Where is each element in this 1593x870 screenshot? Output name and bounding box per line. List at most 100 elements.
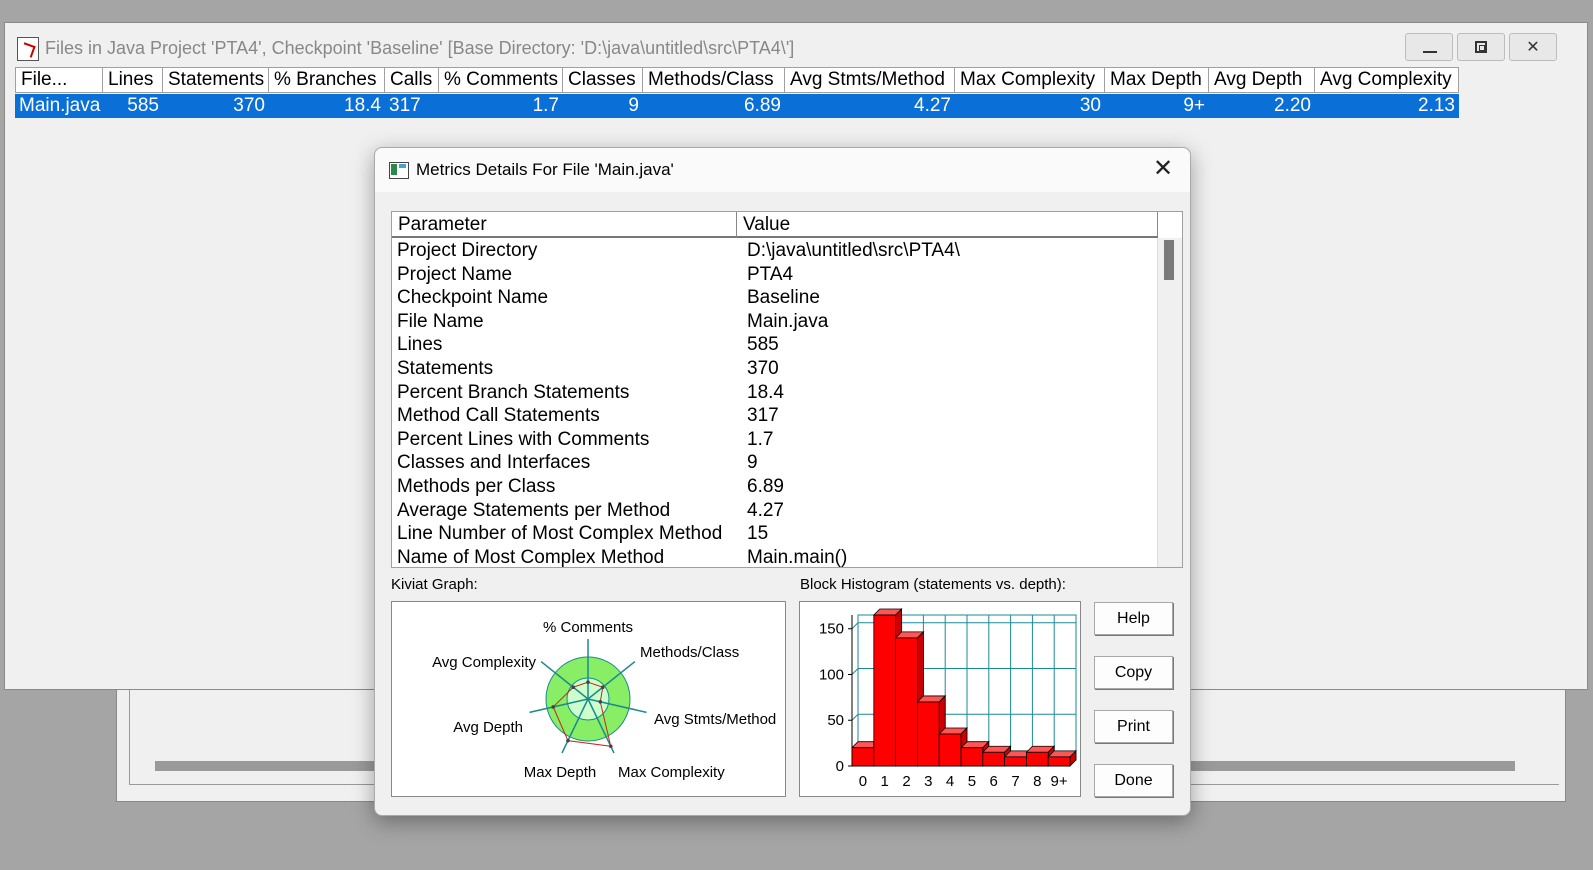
parameter-list: Parameter Value Project Directory D:\java… xyxy=(391,211,1183,568)
kiviat-axis-label: Avg Complexity xyxy=(432,654,536,671)
y-tick-label: 150 xyxy=(819,621,844,638)
kiviat-point xyxy=(566,738,570,743)
kiviat-axis-label: Avg Stmts/Method xyxy=(654,711,776,728)
list-item[interactable]: Lines 585 xyxy=(392,334,1158,358)
column-header-5[interactable]: % Comments xyxy=(439,67,563,93)
restore-icon xyxy=(1475,41,1487,53)
table-cell: 4.27 xyxy=(914,95,951,116)
table-cell: 9+ xyxy=(1183,95,1205,116)
x-tick-label: 6 xyxy=(990,773,998,790)
histogram-gridline xyxy=(851,713,859,721)
parameter-name: Average Statements per Method xyxy=(397,499,671,521)
list-item[interactable]: Project Name PTA4 xyxy=(392,264,1158,288)
parameter-value: 4.27 xyxy=(747,499,784,521)
dialog-close-button[interactable]: ✕ xyxy=(1150,156,1176,182)
histogram-bar xyxy=(873,614,897,767)
main-titlebar[interactable]: Files in Java Project 'PTA4', Checkpoint… xyxy=(5,23,1587,69)
help-button[interactable]: Help xyxy=(1094,602,1173,635)
parameter-value: Main.main() xyxy=(747,546,848,568)
histogram-label: Block Histogram (statements vs. depth): xyxy=(800,576,1066,593)
column-header-11[interactable]: Avg Depth xyxy=(1209,67,1315,93)
kiviat-point xyxy=(600,685,605,690)
parameter-value: 370 xyxy=(747,357,779,379)
kiviat-point xyxy=(608,744,613,749)
print-button[interactable]: Print xyxy=(1094,710,1173,743)
close-icon: ✕ xyxy=(1526,39,1540,56)
parameter-name: Project Name xyxy=(397,263,513,285)
table-cell: 585 xyxy=(127,95,159,116)
list-item[interactable]: Project Directory D:\java\untitled\src\PT… xyxy=(392,240,1158,264)
close-icon: ✕ xyxy=(1152,155,1174,182)
table-cell: 1.7 xyxy=(532,95,559,116)
value-column-header[interactable]: Value xyxy=(737,212,1158,238)
column-header-1[interactable]: Lines xyxy=(103,67,163,93)
kiviat-point xyxy=(571,685,576,690)
parameter-list-body: Project Directory D:\java\untitled\src\PT… xyxy=(392,240,1158,568)
parameter-name: Checkpoint Name xyxy=(397,287,549,309)
column-header-7[interactable]: Methods/Class xyxy=(643,67,785,93)
dialog-app-icon xyxy=(389,162,409,179)
histogram-bar xyxy=(960,747,984,767)
column-header-3[interactable]: % Branches xyxy=(269,67,385,93)
histogram-bar xyxy=(917,701,940,767)
histogram-bar xyxy=(895,637,918,767)
parameter-name: Classes and Interfaces xyxy=(397,452,591,474)
list-item[interactable]: Methods per Class 6.89 xyxy=(392,476,1158,500)
list-item[interactable]: Method Call Statements 317 xyxy=(392,405,1158,429)
maximize-button[interactable] xyxy=(1457,33,1505,61)
done-button[interactable]: Done xyxy=(1094,764,1173,797)
kiviat-axis-label: Methods/Class xyxy=(640,644,739,661)
dialog-titlebar[interactable]: Metrics Details For File 'Main.java' ✕ xyxy=(375,148,1190,192)
metrics-details-dialog: Metrics Details For File 'Main.java' ✕ P… xyxy=(374,147,1191,816)
kiviat-axis-label: Avg Depth xyxy=(453,719,523,736)
list-item[interactable]: Line Number of Most Complex Method 15 xyxy=(392,523,1158,547)
column-header-0[interactable]: File... xyxy=(15,67,103,93)
table-cell: 370 xyxy=(233,95,265,116)
close-button[interactable]: ✕ xyxy=(1509,33,1557,61)
table-cell: Main.java xyxy=(19,95,101,116)
parameter-name: Method Call Statements xyxy=(397,405,600,427)
column-header-8[interactable]: Avg Stmts/Method xyxy=(785,67,955,93)
kiviat-point xyxy=(551,705,555,709)
parameter-list-header: Parameter Value xyxy=(392,212,1158,238)
parameter-column-header[interactable]: Parameter xyxy=(392,212,737,238)
list-item[interactable]: File Name Main.java xyxy=(392,311,1158,335)
parameter-value: 585 xyxy=(747,334,779,356)
column-header-12[interactable]: Avg Complexity xyxy=(1315,67,1459,93)
list-item[interactable]: Average Statements per Method 4.27 xyxy=(392,500,1158,524)
parameter-value: 6.89 xyxy=(747,475,784,497)
table-row[interactable]: Main.java 585 370 18.4 317 1.7 9 6.89 4.27 30 9+ 2.… xyxy=(15,94,1459,118)
parameter-name: File Name xyxy=(397,310,484,332)
block-histogram-svg: 0501001500 1 2 3 4 5 6 7 8 9+ xyxy=(819,608,1077,790)
column-header-10[interactable]: Max Depth xyxy=(1105,67,1209,93)
x-tick-label: 4 xyxy=(946,773,954,790)
histogram-gridline xyxy=(851,668,859,675)
kiviat-graph: % Comments Methods/Class Avg Stmts/Method M… xyxy=(391,601,786,797)
copy-button[interactable]: Copy xyxy=(1094,656,1173,689)
scrollbar-thumb[interactable] xyxy=(1164,240,1174,280)
column-header-6[interactable]: Classes xyxy=(563,67,643,93)
minimize-button[interactable] xyxy=(1405,33,1453,61)
column-header-4[interactable]: Calls xyxy=(385,67,439,93)
table-cell: 30 xyxy=(1079,95,1101,116)
table-cell: 317 xyxy=(389,95,421,116)
list-item[interactable]: Name of Most Complex Method Main.main() xyxy=(392,546,1158,568)
table-cell: 9 xyxy=(628,95,639,116)
kiviat-point xyxy=(586,680,590,684)
table-cell: 6.89 xyxy=(744,95,781,116)
list-item[interactable]: Checkpoint Name Baseline xyxy=(392,287,1158,311)
parameter-name: Line Number of Most Complex Method xyxy=(397,523,723,545)
vertical-scrollbar[interactable] xyxy=(1157,238,1182,567)
list-item[interactable]: Percent Lines with Comments 1.7 xyxy=(392,429,1158,453)
files-table-header: File... Lines Statements% Branches Calls% C… xyxy=(15,67,1459,93)
parameter-name: Name of Most Complex Method xyxy=(397,546,665,568)
y-tick-label: 50 xyxy=(827,712,844,729)
list-item[interactable]: Percent Branch Statements 18.4 xyxy=(392,382,1158,406)
column-header-9[interactable]: Max Complexity xyxy=(955,67,1105,93)
kiviat-axis-label: Max Complexity xyxy=(618,764,725,781)
column-header-2[interactable]: Statements xyxy=(163,67,269,93)
list-item[interactable]: Classes and Interfaces 9 xyxy=(392,452,1158,476)
list-item[interactable]: Statements 370 xyxy=(392,358,1158,382)
minimize-icon xyxy=(1423,51,1437,53)
x-tick-label: 5 xyxy=(968,773,976,790)
